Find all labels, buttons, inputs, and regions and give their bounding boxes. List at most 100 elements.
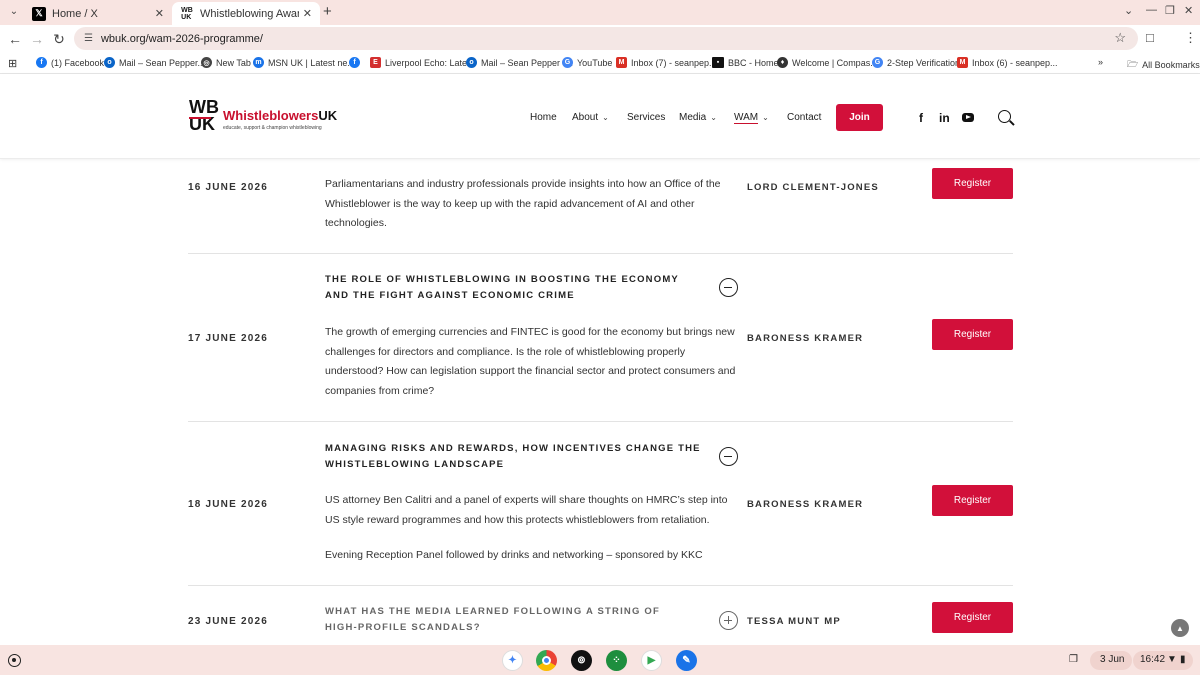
launcher-icon[interactable] [8,654,21,667]
podcast-icon[interactable]: ⊚ [571,650,592,671]
event-date: 23 JUNE 2026 [188,616,269,627]
close-window-icon[interactable]: ✕ [1184,4,1193,17]
bookmark-bbc[interactable]: ▪ BBC - Home [712,57,779,68]
app-grid-icon[interactable]: ⁘ [606,650,627,671]
gmail-icon: M [616,57,627,68]
site-info-icon[interactable]: ☰ [84,33,93,44]
nav-wam[interactable]: WAM ⌄ [734,112,769,124]
register-button[interactable]: Register [932,319,1013,350]
logo-wordmark: WhistleblowersUK [223,108,338,123]
nav-about[interactable]: About ⌄ [572,112,609,123]
minimize-icon[interactable]: — [1146,4,1157,16]
all-bookmarks-folder[interactable]: 🗁 All Bookmarks [1127,57,1200,73]
event-description: The growth of emerging currencies and FI… [325,326,736,397]
bookmark-facebook-2[interactable]: f [349,57,364,68]
screen-capture-icon[interactable]: ❐ [1069,654,1078,665]
event-date: 16 JUNE 2026 [188,182,269,193]
bbc-icon: ▪ [712,57,724,68]
address-bar[interactable]: ☰ wbuk.org/wam-2026-programme/ ☆ [74,27,1138,50]
more-menu-icon[interactable]: ⋮ [1184,30,1197,46]
bookmark-mail[interactable]: o Mail – Sean Pepper... [104,57,205,68]
tab-title: Whistleblowing Awareness Mo [200,7,299,20]
tab-whistleblowing-awareness[interactable]: WBUK Whistleblowing Awareness Mo ✕ [172,2,320,25]
tab-home-x[interactable]: 𝕏 Home / X ✕ [24,2,172,25]
facebook-icon: f [36,57,47,68]
wbuk-logo[interactable]: WB UK WhistleblowersUK educate, support &… [189,97,339,137]
messages-icon[interactable]: ✎ [676,650,697,671]
bookmark-2-step[interactable]: G 2-Step Verification [872,57,960,68]
register-button[interactable]: Register [932,485,1013,516]
bookmark-msn[interactable]: m MSN UK | Latest ne... [253,57,355,68]
bookmark-facebook[interactable]: f (1) Facebook [36,57,104,68]
bookmark-inbox-7[interactable]: M Inbox (7) - seanpep... [616,57,717,68]
programme-list: 16 JUNE 2026 Parliamentarians and indust… [0,160,1200,645]
os-shelf: ✦ ⊚ ⁘ ▶ ✎ ❐ 3 Jun 16:42 ▼ ▮ [0,645,1200,675]
restore-window-icon[interactable]: ❐ [1165,4,1175,17]
bookmark-liverpool-echo[interactable]: E Liverpool Echo: Late... [370,57,475,68]
play-store-icon[interactable]: ▶ [641,650,662,671]
scroll-to-top-icon[interactable]: ▲ [1171,619,1189,637]
linkedin-icon[interactable]: in [939,111,950,125]
url-text: wbuk.org/wam-2026-programme/ [100,32,263,45]
facebook-icon: f [349,57,360,68]
register-button[interactable]: Register [932,602,1013,633]
tab-search-chevron-icon[interactable]: ⌄ [6,4,22,20]
wbuk-favicon-icon: WB UK [181,6,193,21]
nav-contact[interactable]: Contact [787,112,821,123]
new-tab-button[interactable]: + [323,3,332,20]
chevron-down-icon: ⌄ [762,113,769,122]
tab-title: Home / X [52,7,98,20]
logo-tagline: educate, support & champion whistleblowi… [223,125,322,131]
search-icon[interactable] [998,110,1011,123]
bookmark-compass[interactable]: ♦ Welcome | Compas... [777,57,878,68]
google-icon: G [562,57,573,68]
liverpool-echo-icon: E [370,57,381,68]
wifi-icon: ▼ [1167,654,1177,665]
collapse-minus-icon[interactable] [719,278,738,297]
bookmark-star-icon[interactable]: ☆ [1114,30,1126,46]
logo-monogram: WB UK [189,97,219,134]
event-speaker: LORD CLEMENT-JONES [747,182,879,193]
chevron-down-icon[interactable]: ⌄ [1124,4,1133,17]
more-bookmarks-chevron-icon[interactable]: » [1098,57,1103,67]
expand-plus-icon[interactable] [719,611,738,630]
nav-media[interactable]: Media ⌄ [679,112,717,123]
chrome-icon[interactable] [536,650,557,671]
battery-icon: ▮ [1180,654,1186,665]
outlook-icon: o [466,57,477,68]
bookmark-inbox-6[interactable]: M Inbox (6) - seanpep... [957,57,1058,68]
chevron-down-icon: ⌄ [710,113,717,122]
bookmark-new-tab[interactable]: ◎ New Tab [201,57,251,68]
bookmark-youtube[interactable]: G YouTube [562,57,612,68]
browser-tab-strip: ⌄ 𝕏 Home / X ✕ WBUK Whistleblowing Aware… [0,0,1200,25]
join-button[interactable]: Join [836,104,883,131]
event-title[interactable]: WHAT HAS THE MEDIA LEARNED FOLLOWING A S… [325,604,670,636]
extensions-icon[interactable]: □ [1146,30,1154,45]
row-divider [188,585,1013,586]
collapse-minus-icon[interactable] [719,447,738,466]
compass-icon: ♦ [777,57,788,68]
google-icon: G [872,57,883,68]
nav-services[interactable]: Services [627,112,665,123]
row-divider [188,421,1013,422]
event-date: 17 JUNE 2026 [188,333,269,344]
gemini-icon[interactable]: ✦ [502,650,523,671]
close-tab-icon[interactable]: ✕ [155,7,164,20]
back-arrow-icon[interactable]: ← [6,30,24,48]
event-date: 18 JUNE 2026 [188,499,269,510]
nav-home[interactable]: Home [530,112,557,123]
chevron-down-icon: ⌄ [602,113,609,122]
apps-grid-icon[interactable]: ⊞ [8,57,17,70]
outlook-icon: o [104,57,115,68]
reload-icon[interactable]: ↻ [50,30,68,48]
globe-icon: ◎ [201,57,212,68]
time-text: 16:42 [1140,654,1166,665]
bookmark-mail-2[interactable]: o Mail – Sean Pepper -... [466,57,573,68]
event-description-extra: Evening Reception Panel followed by drin… [325,549,703,561]
facebook-icon[interactable]: f [919,111,923,125]
youtube-icon[interactable] [962,113,974,122]
register-button[interactable]: Register [932,168,1013,199]
forward-arrow-icon[interactable]: → [28,30,46,48]
close-tab-icon[interactable]: ✕ [303,7,312,20]
bookmarks-bar: ⊞ f (1) Facebook o Mail – Sean Pepper... ◎… [0,52,1200,74]
